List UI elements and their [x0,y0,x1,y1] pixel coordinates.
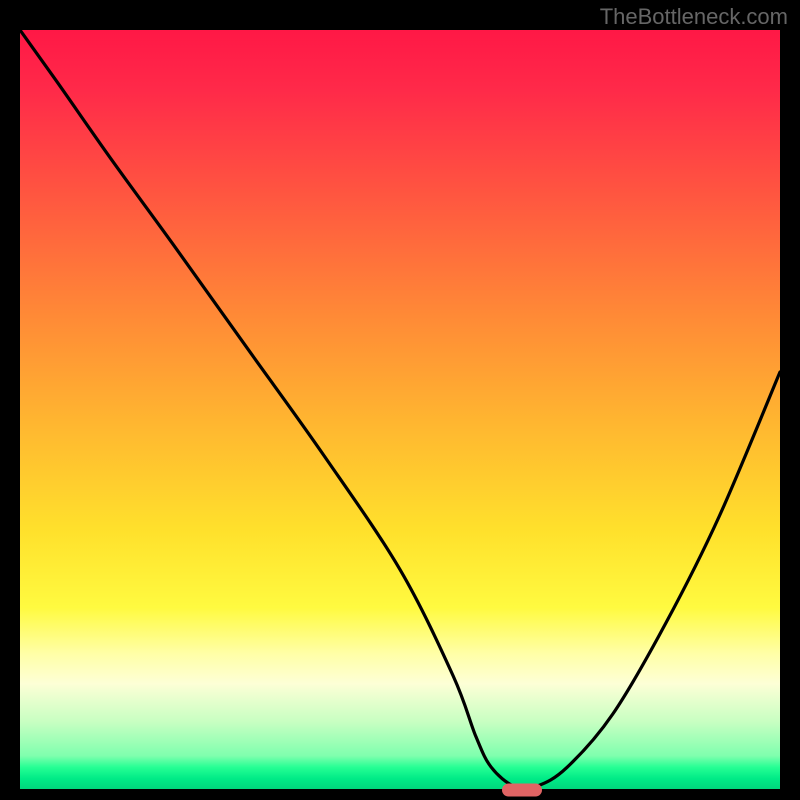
plot-area [20,30,780,790]
bottleneck-curve-path [20,30,780,789]
curve-svg [20,30,780,790]
chart-container: TheBottleneck.com [0,0,800,800]
optimal-marker [502,784,542,797]
watermark-text: TheBottleneck.com [600,4,788,30]
